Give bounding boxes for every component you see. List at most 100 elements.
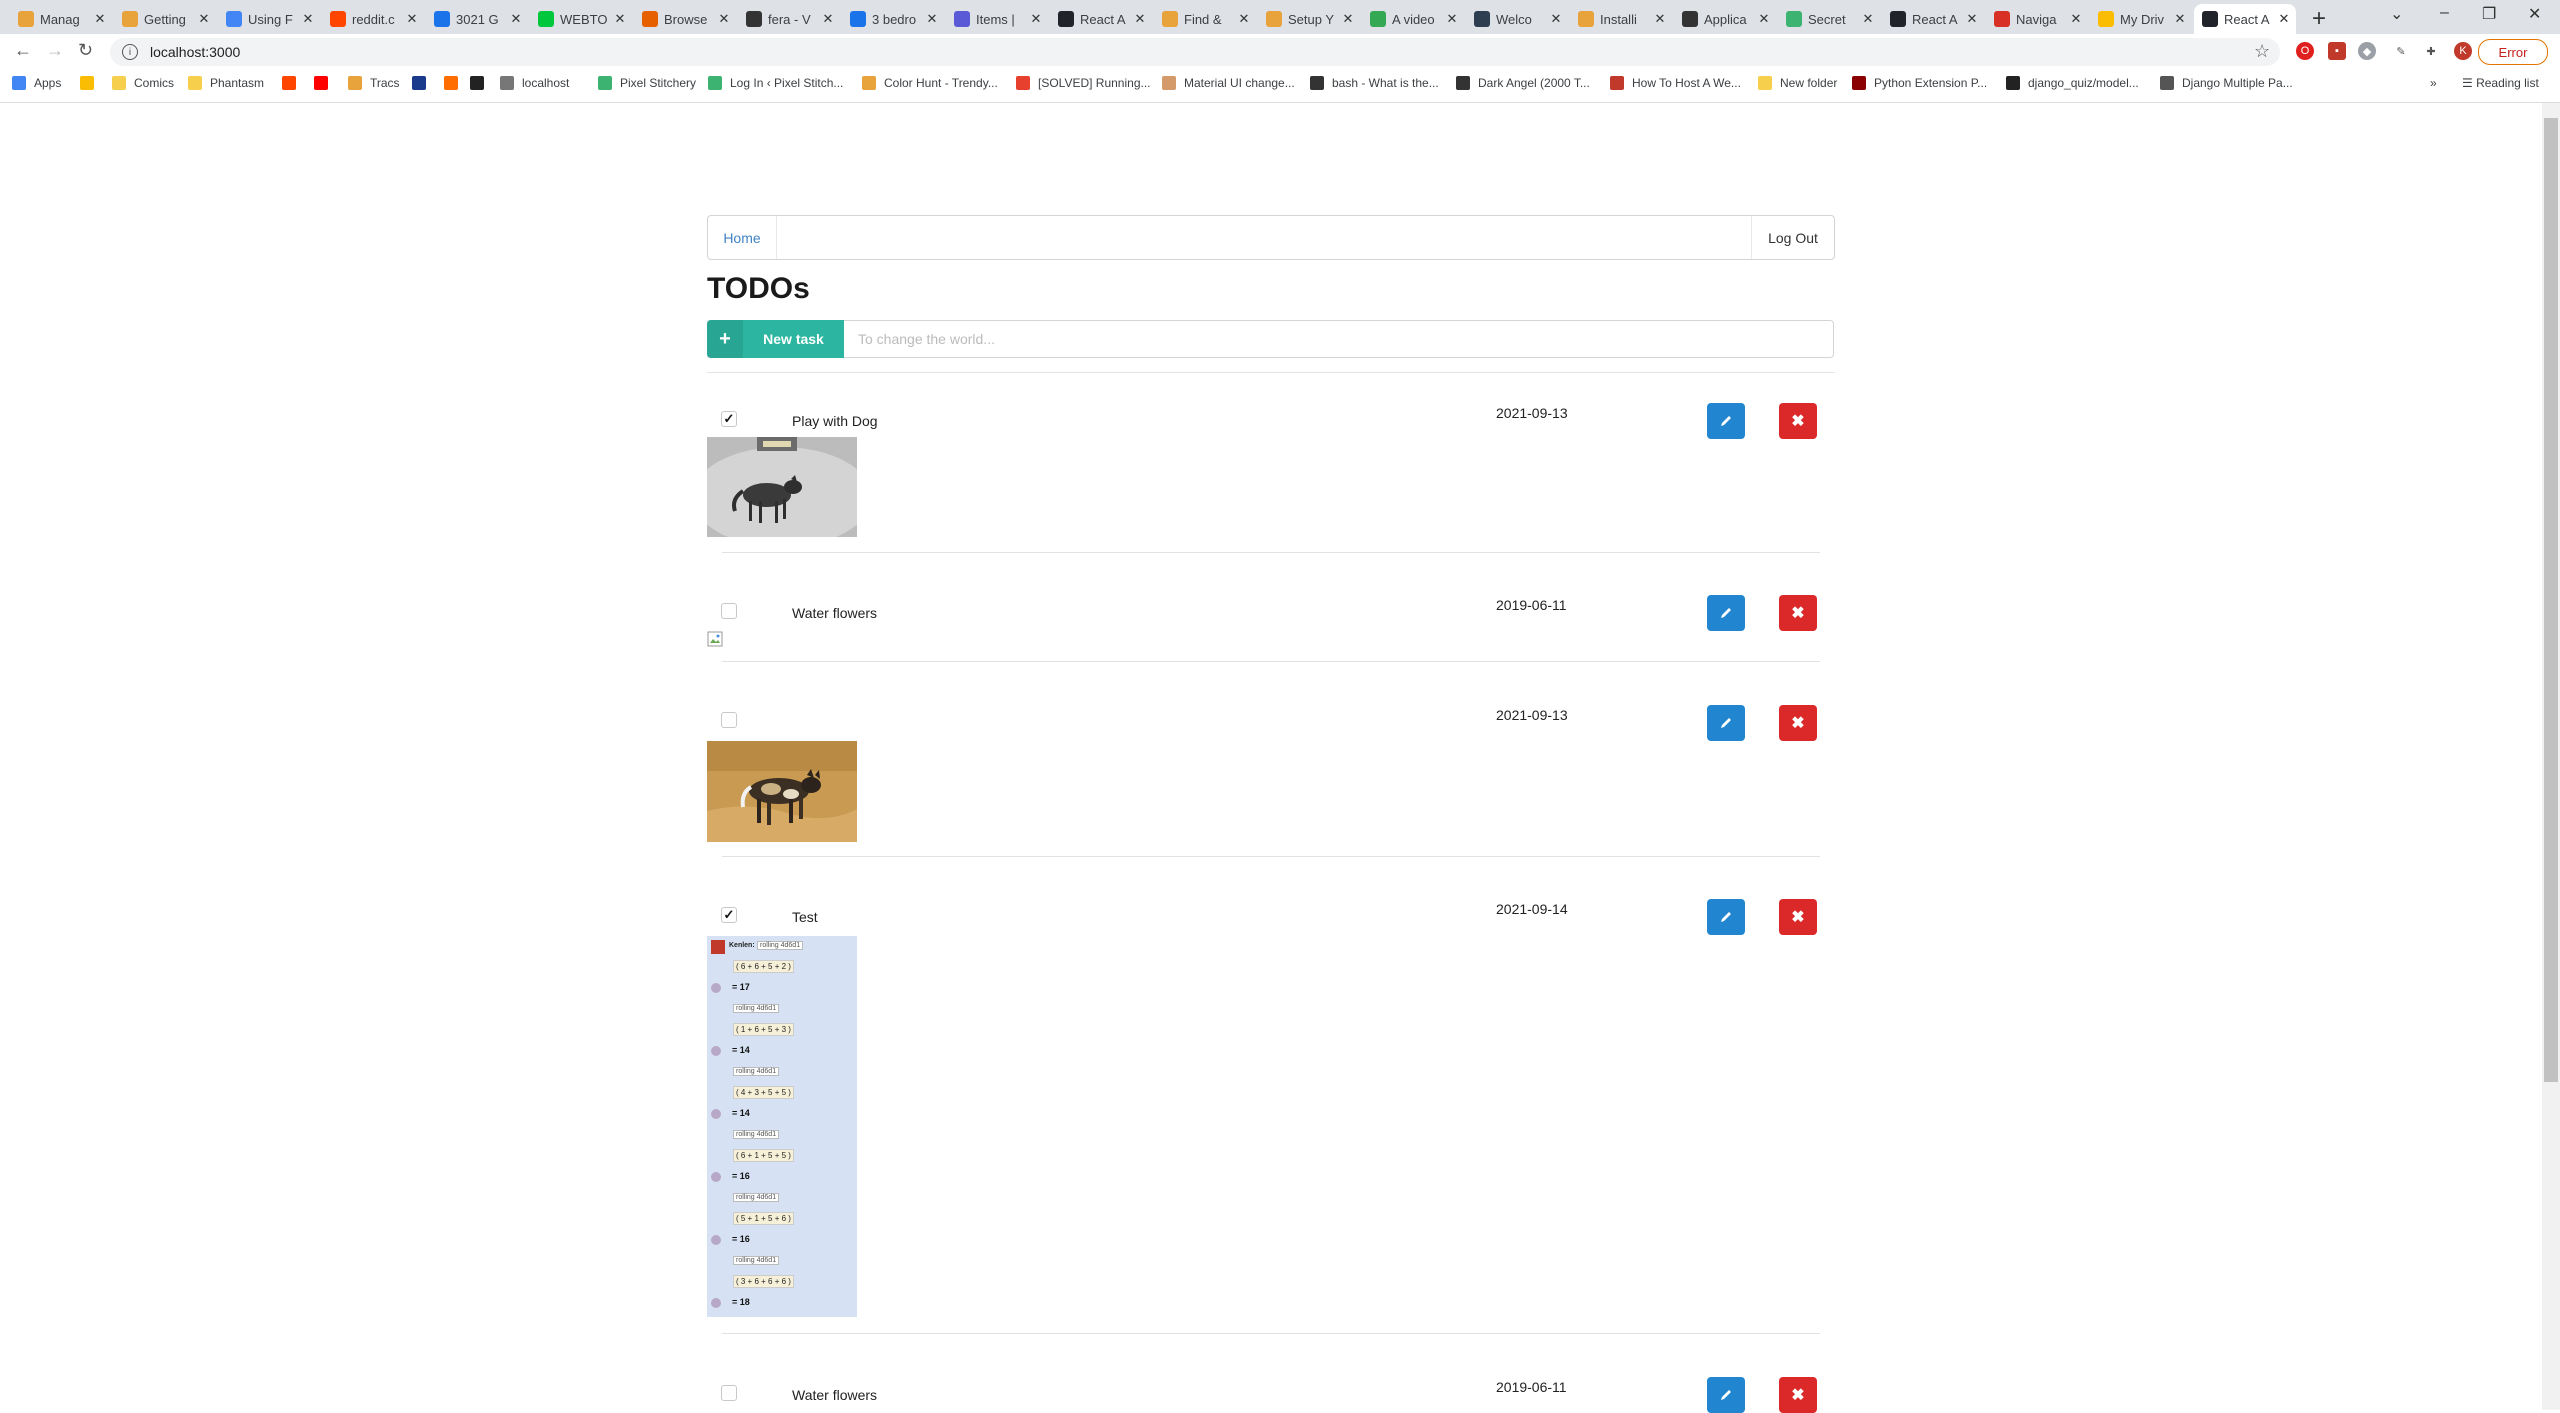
bookmark-item[interactable]: Log In ‹ Pixel Stitch... [708, 76, 843, 90]
delete-button[interactable]: ✖ [1779, 595, 1817, 631]
tab-close-icon[interactable]: ✕ [1236, 11, 1252, 27]
new-tab-button[interactable]: + [2312, 5, 2326, 33]
browser-tab[interactable]: Setup Y ✕ [1258, 4, 1360, 34]
browser-tab[interactable]: Installi ✕ [1570, 4, 1672, 34]
browser-tab[interactable]: Getting ✕ [114, 4, 216, 34]
logout-link[interactable]: Log Out [1751, 216, 1834, 259]
bookmark-item[interactable]: Color Hunt - Trendy... [862, 76, 998, 90]
reading-list[interactable]: ☰ Reading list [2462, 76, 2539, 90]
tab-close-icon[interactable]: ✕ [300, 11, 316, 27]
tab-close-icon[interactable]: ✕ [612, 11, 628, 27]
todo-checkbox[interactable]: ✓ [721, 907, 737, 923]
bookmark-item[interactable]: Tracs [348, 76, 400, 90]
browser-tab[interactable]: Browse ✕ [634, 4, 736, 34]
browser-tab[interactable]: Using F ✕ [218, 4, 320, 34]
tab-close-icon[interactable]: ✕ [508, 11, 524, 27]
delete-button[interactable]: ✖ [1779, 705, 1817, 741]
new-task-button[interactable]: + New task [707, 320, 844, 358]
tab-close-icon[interactable]: ✕ [1340, 11, 1356, 27]
scrollbar-thumb[interactable] [2544, 118, 2558, 1082]
browser-tab[interactable]: Naviga ✕ [1986, 4, 2088, 34]
bookmark-item[interactable] [412, 76, 434, 90]
minimize-button[interactable]: – [2440, 4, 2449, 22]
site-info-icon[interactable]: i [122, 44, 138, 60]
back-icon[interactable]: ← [14, 40, 32, 61]
browser-tab[interactable]: Find & ✕ [1154, 4, 1256, 34]
bookmark-item[interactable] [282, 76, 304, 90]
reload-icon[interactable]: ↻ [78, 40, 93, 61]
bookmark-item[interactable]: django_quiz/model... [2006, 76, 2139, 90]
bookmark-item[interactable]: Python Extension P... [1852, 76, 1987, 90]
tab-close-icon[interactable]: ✕ [2068, 11, 2084, 27]
tab-close-icon[interactable]: ✕ [1652, 11, 1668, 27]
edit-button[interactable] [1707, 1377, 1745, 1413]
edit-button[interactable] [1707, 595, 1745, 631]
bookmark-item[interactable]: [SOLVED] Running... [1016, 76, 1151, 90]
browser-tab[interactable]: Items | ✕ [946, 4, 1048, 34]
bookmark-star-icon[interactable]: ☆ [2254, 41, 2270, 62]
forward-icon[interactable]: → [46, 40, 64, 61]
delete-button[interactable]: ✖ [1779, 899, 1817, 935]
browser-tab[interactable]: React A ✕ [1882, 4, 1984, 34]
bookmark-item[interactable]: Dark Angel (2000 T... [1456, 76, 1590, 90]
restore-button[interactable]: ❐ [2482, 4, 2496, 24]
extension-icon[interactable]: ▪ [2328, 42, 2346, 60]
error-button[interactable]: Error [2478, 39, 2548, 65]
tab-close-icon[interactable]: ✕ [92, 11, 108, 27]
tab-close-icon[interactable]: ✕ [716, 11, 732, 27]
delete-button[interactable]: ✖ [1779, 403, 1817, 439]
close-window-button[interactable]: ✕ [2528, 4, 2541, 24]
browser-tab[interactable]: 3021 G ✕ [426, 4, 528, 34]
todo-checkbox[interactable]: ✓ [721, 411, 737, 427]
address-bar[interactable]: i localhost:3000 [110, 38, 2280, 66]
browser-tab[interactable]: Manag ✕ [10, 4, 112, 34]
bookmark-item[interactable]: localhost [500, 76, 569, 90]
tab-close-icon[interactable]: ✕ [196, 11, 212, 27]
tab-search-icon[interactable]: ⌄ [2390, 4, 2403, 24]
browser-tab[interactable]: Secret ✕ [1778, 4, 1880, 34]
browser-tab[interactable]: A video ✕ [1362, 4, 1464, 34]
tab-close-icon[interactable]: ✕ [1132, 11, 1148, 27]
tab-close-icon[interactable]: ✕ [820, 11, 836, 27]
opera-extension-icon[interactable]: O [2296, 42, 2314, 60]
edit-button[interactable] [1707, 403, 1745, 439]
bookmarks-overflow-icon[interactable]: » [2430, 76, 2437, 90]
bookmark-item[interactable] [444, 76, 466, 90]
extensions-puzzle-icon[interactable]: ✚ [2422, 42, 2440, 60]
tab-close-icon[interactable]: ✕ [2276, 11, 2292, 27]
browser-tab[interactable]: Welco ✕ [1466, 4, 1568, 34]
home-link[interactable]: Home [708, 216, 777, 259]
tab-close-icon[interactable]: ✕ [1028, 11, 1044, 27]
tab-close-icon[interactable]: ✕ [1548, 11, 1564, 27]
eyedropper-extension-icon[interactable]: ✎ [2392, 42, 2410, 60]
bookmark-item[interactable] [80, 76, 102, 90]
bookmark-item[interactable] [314, 76, 336, 90]
todo-checkbox[interactable] [721, 1385, 737, 1401]
tab-close-icon[interactable]: ✕ [1860, 11, 1876, 27]
tab-close-icon[interactable]: ✕ [1756, 11, 1772, 27]
tab-close-icon[interactable]: ✕ [1964, 11, 1980, 27]
tab-close-icon[interactable]: ✕ [404, 11, 420, 27]
bookmark-item[interactable]: Django Multiple Pa... [2160, 76, 2293, 90]
browser-tab[interactable]: reddit.c ✕ [322, 4, 424, 34]
tab-close-icon[interactable]: ✕ [2172, 11, 2188, 27]
address-url[interactable]: localhost:3000 [150, 44, 240, 60]
new-task-input[interactable] [844, 320, 1834, 358]
todo-checkbox[interactable] [721, 603, 737, 619]
tab-close-icon[interactable]: ✕ [1444, 11, 1460, 27]
bookmark-item[interactable]: Apps [12, 76, 61, 90]
browser-tab[interactable]: fera - V ✕ [738, 4, 840, 34]
browser-tab[interactable]: 3 bedro ✕ [842, 4, 944, 34]
bookmark-item[interactable]: bash - What is the... [1310, 76, 1439, 90]
bookmark-item[interactable] [470, 76, 492, 90]
profile-avatar[interactable]: K [2454, 42, 2472, 60]
bookmark-item[interactable]: Material UI change... [1162, 76, 1295, 90]
browser-tab[interactable]: React A ✕ [1050, 4, 1152, 34]
todo-checkbox[interactable] [721, 712, 737, 728]
bookmark-item[interactable]: Pixel Stitchery [598, 76, 696, 90]
browser-tab[interactable]: WEBTO ✕ [530, 4, 632, 34]
bookmark-item[interactable]: Comics [112, 76, 174, 90]
edit-button[interactable] [1707, 899, 1745, 935]
browser-tab[interactable]: Applica ✕ [1674, 4, 1776, 34]
bookmark-item[interactable]: New folder [1758, 76, 1837, 90]
